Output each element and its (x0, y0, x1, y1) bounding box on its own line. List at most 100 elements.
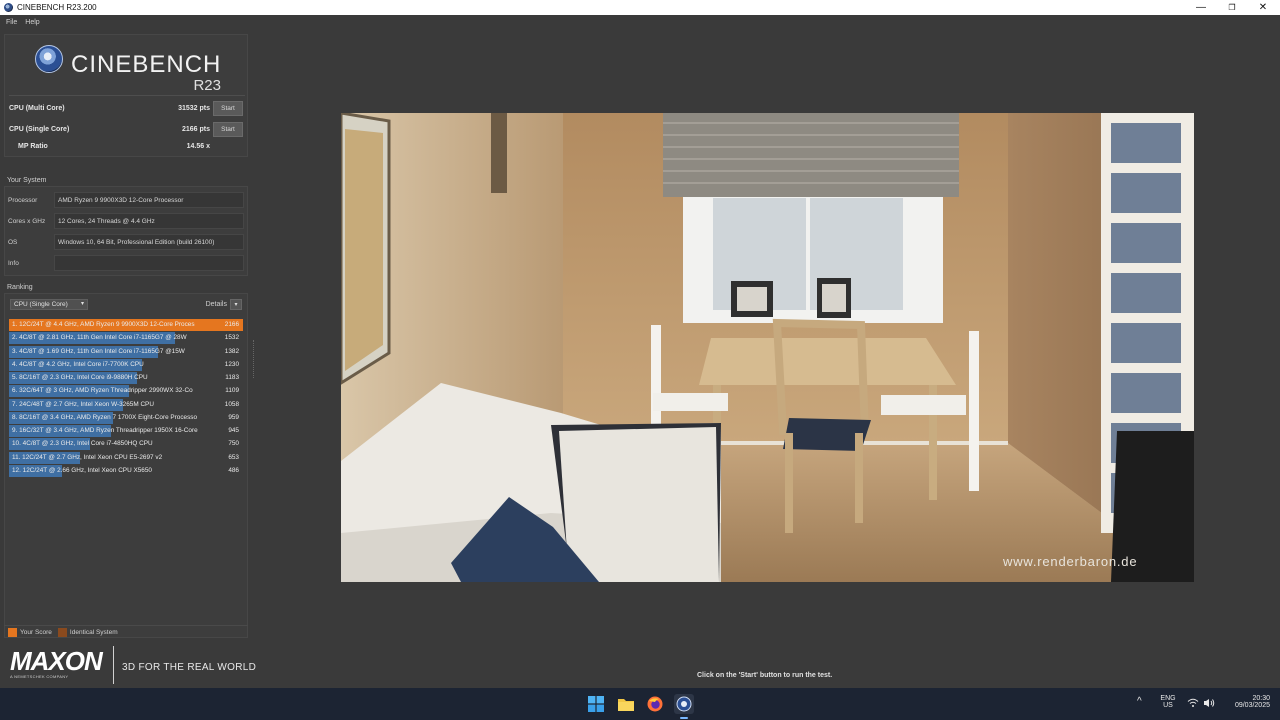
ranking-row[interactable]: 10. 4C/8T @ 2.3 GHz, Intel Core i7-4850H… (9, 438, 243, 451)
multi-core-score: 31532 pts (178, 104, 210, 112)
ranking-row[interactable]: 8. 8C/16T @ 3.4 GHz, AMD Ryzen 7 1700X E… (9, 411, 243, 424)
ranking-row-score: 486 (228, 466, 239, 474)
cinebench-app-icon (4, 3, 13, 12)
ranking-legend: Your Score Identical System (4, 625, 248, 639)
ranking-row-score: 1532 (224, 334, 239, 342)
close-button[interactable]: ✕ (1248, 0, 1278, 15)
os-value[interactable]: Windows 10, 64 Bit, Professional Edition… (54, 234, 244, 250)
ranking-row[interactable]: 9. 16C/32T @ 3.4 GHz, AMD Ryzen Threadri… (9, 425, 243, 437)
ranking-row-score: 945 (228, 427, 239, 434)
language-indicator[interactable]: ENG US (1156, 695, 1180, 709)
start-multi-core-button[interactable]: Start (213, 100, 243, 116)
logo-wordmark: CINEBENCH (71, 51, 222, 78)
single-core-score: 2166 pts (181, 125, 210, 133)
ranking-row[interactable]: 2. 4C/8T @ 2.81 GHz, 11th Gen Intel Core… (9, 332, 243, 345)
info-field[interactable] (54, 255, 244, 271)
cinebench-taskbar-icon[interactable] (674, 694, 694, 714)
status-message: Click on the 'Start' button to run the t… (697, 672, 833, 679)
menu-help[interactable]: Help (25, 19, 39, 26)
identical-system-legend-label: Identical System (69, 629, 118, 636)
single-core-label: CPU (Single Core) (9, 125, 70, 133)
language-bottom: US (1163, 702, 1173, 709)
ranking-row-score: 1230 (224, 360, 239, 368)
ranking-row[interactable]: 3. 4C/8T @ 1.69 GHz, 11th Gen Intel Core… (9, 345, 243, 358)
language-top: ENG (1160, 695, 1176, 702)
panel-resize-handle[interactable] (253, 340, 255, 378)
ranking-row-label: 11. 12C/24T @ 2.7 GHz, Intel Xeon CPU E5… (12, 453, 163, 461)
minimize-button[interactable]: — (1186, 0, 1216, 15)
ranking-row-label: 4. 4C/8T @ 4.2 GHz, Intel Core i7-7700K … (12, 360, 144, 368)
ranking-mode-value: CPU (Single Core) (14, 301, 68, 308)
file-explorer-icon[interactable] (616, 694, 636, 714)
score-row-single: CPU (Single Core) 2166 pts Start (9, 120, 245, 138)
score-row-ratio: MP Ratio 14.56 x (9, 137, 245, 155)
multi-core-label: CPU (Multi Core) (9, 104, 65, 112)
clock-time: 20:30 (1252, 695, 1270, 702)
ranking-row-label: 1. 12C/24T @ 4.4 GHz, AMD Ryzen 9 9900X3… (12, 321, 195, 328)
ranking-row-score: 1058 (224, 400, 239, 408)
render-image: www.renderbaron.de (341, 113, 1194, 582)
ranking-row-label: 2. 4C/8T @ 2.81 GHz, 11th Gen Intel Core… (12, 334, 187, 342)
speaker-icon[interactable] (1203, 698, 1215, 710)
logo-version: R23 (193, 77, 221, 94)
start-single-core-button[interactable]: Start (213, 121, 243, 137)
menu-file[interactable]: File (6, 19, 17, 26)
ranking-row-score: 1183 (225, 374, 239, 381)
ranking-row[interactable]: 6. 32C/64T @ 3 GHz, AMD Ryzen Threadripp… (9, 385, 243, 398)
cores-key: Cores x GHz (8, 217, 46, 225)
ranking-row-label: 9. 16C/32T @ 3.4 GHz, AMD Ryzen Threadri… (12, 427, 198, 434)
ranking-list: 1. 12C/24T @ 4.4 GHz, AMD Ryzen 9 9900X3… (9, 319, 243, 478)
title-bar: CINEBENCH R23.200 — ❐ ✕ (0, 0, 1280, 15)
os-key: OS (8, 238, 18, 246)
firefox-icon[interactable] (645, 694, 665, 714)
chevron-down-icon: ▾ (234, 302, 238, 308)
ranking-row-score: 1109 (225, 387, 239, 395)
ranking-row-label: 3. 4C/8T @ 1.69 GHz, 11th Gen Intel Core… (12, 347, 185, 355)
ranking-mode-dropdown[interactable]: CPU (Single Core) ▾ (10, 299, 88, 310)
active-app-indicator (680, 717, 688, 719)
render-viewport: www.renderbaron.de (341, 113, 1194, 582)
ranking-row-label: 6. 32C/64T @ 3 GHz, AMD Ryzen Threadripp… (12, 387, 193, 395)
ranking-panel: CPU (Single Core) ▾ Details ▾ 1. 12C/24T… (4, 293, 248, 638)
your-system-title: Your System (7, 177, 47, 184)
ranking-row-label: 7. 24C/48T @ 2.7 GHz, Intel Xeon W-3265M… (12, 400, 154, 408)
ranking-row[interactable]: 7. 24C/48T @ 2.7 GHz, Intel Xeon W-3265M… (9, 398, 243, 411)
details-label: Details (205, 301, 227, 308)
ranking-row-score: 959 (228, 413, 239, 421)
details-dropdown-button[interactable]: ▾ (230, 299, 242, 310)
ranking-row-label: 10. 4C/8T @ 2.3 GHz, Intel Core i7-4850H… (12, 440, 153, 448)
chevron-down-icon: ▾ (80, 301, 84, 307)
maxon-logo: MAXON A NEMETSCHEK COMPANY (10, 646, 103, 679)
mp-ratio-value: 14.56 x (186, 142, 210, 150)
your-score-legend-label: Your Score (20, 629, 52, 636)
cores-value[interactable]: 12 Cores, 24 Threads @ 4.4 GHz (54, 213, 244, 229)
ranking-row-your-score[interactable]: 1. 12C/24T @ 4.4 GHz, AMD Ryzen 9 9900X3… (9, 319, 243, 331)
ranking-row-label: 12. 12C/24T @ 2.66 GHz, Intel Xeon CPU X… (12, 466, 152, 474)
ranking-row-score: 1382 (224, 347, 239, 355)
chevron-up-icon[interactable]: ^ (1137, 696, 1142, 707)
ranking-row[interactable]: 11. 12C/24T @ 2.7 GHz, Intel Xeon CPU E5… (9, 451, 243, 464)
processor-value[interactable]: AMD Ryzen 9 9900X3D 12-Core Processor (54, 192, 244, 208)
system-row-info: Info (8, 254, 244, 272)
system-row-processor: Processor AMD Ryzen 9 9900X3D 12-Core Pr… (8, 191, 244, 209)
ranking-row-label: 5. 8C/16T @ 2.3 GHz, Intel Core i9-9880H… (12, 374, 148, 381)
ranking-row[interactable]: 5. 8C/16T @ 2.3 GHz, Intel Core i9-9880H… (9, 372, 243, 384)
clock[interactable]: 20:30 09/03/2025 (1224, 695, 1270, 709)
processor-key: Processor (8, 196, 38, 204)
ranking-row[interactable]: 4. 4C/8T @ 4.2 GHz, Intel Core i7-7700K … (9, 358, 243, 371)
maxon-wordmark: MAXON (10, 646, 103, 676)
brand-tagline: 3D FOR THE REAL WORLD (122, 662, 257, 673)
score-panel: CINEBENCH R23 CPU (Multi Core) 31532 pts… (4, 34, 248, 157)
info-key: Info (8, 259, 19, 267)
ranking-row[interactable]: 12. 12C/24T @ 2.66 GHz, Intel Xeon CPU X… (9, 464, 243, 477)
wifi-icon[interactable] (1187, 698, 1199, 710)
windows-start-icon[interactable] (586, 694, 606, 714)
ranking-row-score: 653 (228, 453, 239, 461)
score-row-multi: CPU (Multi Core) 31532 pts Start (9, 99, 245, 117)
divider (9, 95, 245, 96)
maximize-button[interactable]: ❐ (1217, 0, 1247, 15)
window-title: CINEBENCH R23.200 (17, 3, 97, 12)
identical-system-swatch (57, 628, 67, 637)
ranking-title: Ranking (7, 284, 33, 291)
ranking-row-score: 2166 (224, 321, 239, 328)
